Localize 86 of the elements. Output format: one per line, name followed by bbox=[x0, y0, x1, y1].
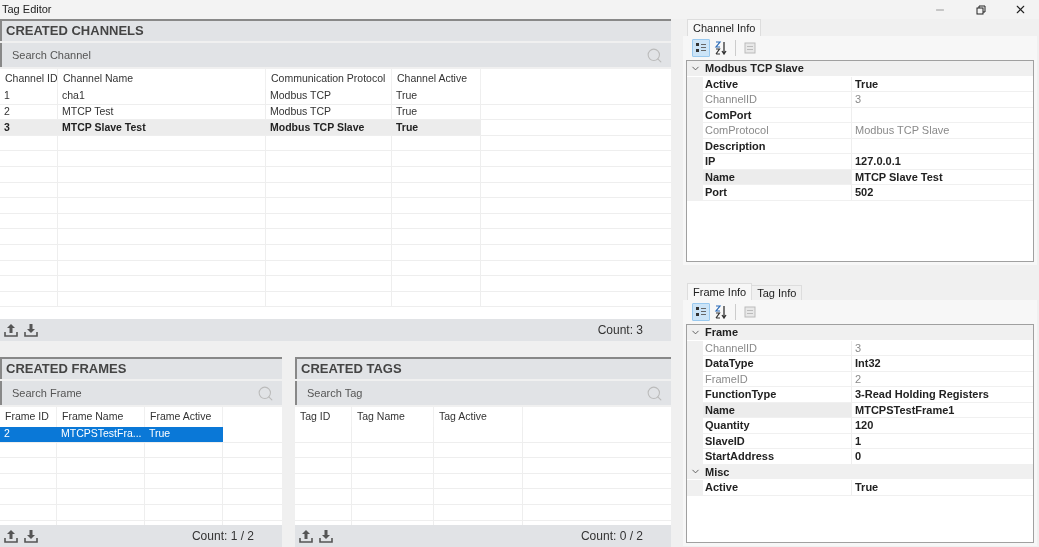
close-icon[interactable] bbox=[1014, 3, 1027, 16]
property-value: 127.0.0.1 bbox=[854, 154, 902, 169]
property-row[interactable]: Active True bbox=[687, 480, 1033, 496]
property-value: Int32 bbox=[854, 356, 882, 371]
tab[interactable]: Frame Info bbox=[687, 283, 753, 300]
property-value: 3-Read Holding Registers bbox=[854, 387, 990, 402]
property-row[interactable]: Quantity 120 bbox=[687, 418, 1033, 434]
search-field[interactable]: Search Channel bbox=[0, 43, 671, 67]
categorized-icon bbox=[695, 42, 707, 54]
panel-header: CREATED CHANNELS bbox=[0, 19, 671, 41]
table-cell: Modbus TCP Slave bbox=[266, 120, 392, 135]
property-value: 1 bbox=[854, 433, 863, 449]
table-row[interactable]: 3 MTCP Slave Test Modbus TCP Slave True bbox=[0, 120, 671, 136]
sort-icon bbox=[714, 305, 728, 319]
property-value: MTCP Slave Test bbox=[854, 169, 944, 185]
table-cell: 3 bbox=[0, 120, 58, 135]
property-name: DataType bbox=[703, 356, 852, 371]
property-value: 0 bbox=[854, 449, 863, 464]
property-row[interactable]: Port 502 bbox=[687, 185, 1033, 201]
restore-icon[interactable] bbox=[976, 4, 986, 15]
table-cell: Modbus TCP bbox=[266, 104, 392, 120]
upload-icon[interactable] bbox=[4, 323, 18, 337]
property-row[interactable]: IP 127.0.0.1 bbox=[687, 154, 1033, 170]
property-row[interactable]: DataType Int32 bbox=[687, 356, 1033, 372]
property-value: 2 bbox=[854, 371, 863, 387]
window-title: Tag Editor bbox=[1, 2, 53, 18]
property-name: ComProtocol bbox=[703, 123, 852, 138]
download-icon[interactable] bbox=[24, 529, 38, 543]
sort-icon bbox=[714, 41, 728, 55]
property-value: Modbus TCP Slave bbox=[854, 123, 951, 138]
categorized-button[interactable] bbox=[692, 39, 710, 57]
property-name: Active bbox=[703, 480, 852, 495]
property-row[interactable]: ChannelID 3 bbox=[687, 92, 1033, 108]
download-icon[interactable] bbox=[319, 529, 333, 543]
property-value: True bbox=[854, 480, 880, 495]
categorized-icon bbox=[695, 306, 707, 318]
property-value: MTCPSTestFrame1 bbox=[854, 402, 956, 418]
property-value: 3 bbox=[854, 92, 863, 107]
property-name: IP bbox=[703, 154, 852, 169]
property-value: 3 bbox=[854, 340, 863, 356]
download-icon[interactable] bbox=[24, 323, 38, 337]
tab[interactable]: Channel Info bbox=[687, 19, 762, 36]
table-cell: 2 bbox=[0, 427, 57, 442]
panel-header: CREATED TAGS bbox=[295, 357, 671, 379]
category-label: Misc bbox=[704, 464, 730, 479]
table-cell: True bbox=[392, 104, 481, 120]
search-field[interactable]: Search Frame bbox=[0, 381, 282, 405]
property-name: Quantity bbox=[703, 418, 852, 433]
upload-icon[interactable] bbox=[299, 529, 313, 543]
table-cell: MTCP Slave Test bbox=[58, 120, 266, 135]
property-row[interactable]: FunctionType 3-Read Holding Registers bbox=[687, 387, 1033, 403]
tab[interactable]: Tag Info bbox=[752, 285, 803, 300]
property-value: 502 bbox=[854, 185, 875, 200]
property-name: Port bbox=[703, 185, 852, 200]
categorized-button[interactable] bbox=[692, 303, 710, 321]
table-cell: MTCPSTestFra... bbox=[57, 427, 145, 442]
search-field[interactable]: Search Tag bbox=[295, 381, 671, 405]
table-cell: True bbox=[392, 120, 481, 135]
search-input[interactable]: Search Tag bbox=[297, 384, 646, 402]
property-name: FunctionType bbox=[703, 387, 852, 402]
property-pages-icon bbox=[744, 306, 756, 318]
table-cell: True bbox=[392, 89, 481, 104]
table-cell: 1 bbox=[0, 89, 58, 104]
count-label: Count: 0 / 2 bbox=[580, 528, 644, 545]
table-cell: 2 bbox=[0, 104, 58, 120]
property-row[interactable]: ComProtocol Modbus TCP Slave bbox=[687, 123, 1033, 139]
count-label: Count: 1 / 2 bbox=[191, 528, 255, 545]
property-name: StartAddress bbox=[703, 449, 852, 464]
property-pages-icon bbox=[744, 42, 756, 54]
table-row[interactable]: 1 cha1 Modbus TCP True bbox=[0, 89, 671, 105]
count-label: Count: 3 bbox=[597, 322, 644, 339]
property-row[interactable]: StartAddress 0 bbox=[687, 449, 1033, 465]
upload-icon[interactable] bbox=[4, 529, 18, 543]
panel-header: CREATED FRAMES bbox=[0, 357, 282, 379]
property-value: 120 bbox=[854, 418, 875, 433]
category-label: Modbus TCP Slave bbox=[704, 61, 804, 76]
property-name: ChannelID bbox=[703, 92, 852, 107]
table-cell: True bbox=[145, 427, 223, 442]
search-input[interactable]: Search Channel bbox=[2, 46, 646, 64]
table-cell: cha1 bbox=[58, 89, 266, 104]
table-row[interactable]: 2 MTCPSTestFra... True bbox=[0, 427, 282, 443]
table-cell: MTCP Test bbox=[58, 104, 266, 120]
property-value: True bbox=[854, 76, 880, 92]
table-cell: Modbus TCP bbox=[266, 89, 392, 104]
category-label: Frame bbox=[704, 325, 739, 340]
search-input[interactable]: Search Frame bbox=[2, 384, 257, 402]
